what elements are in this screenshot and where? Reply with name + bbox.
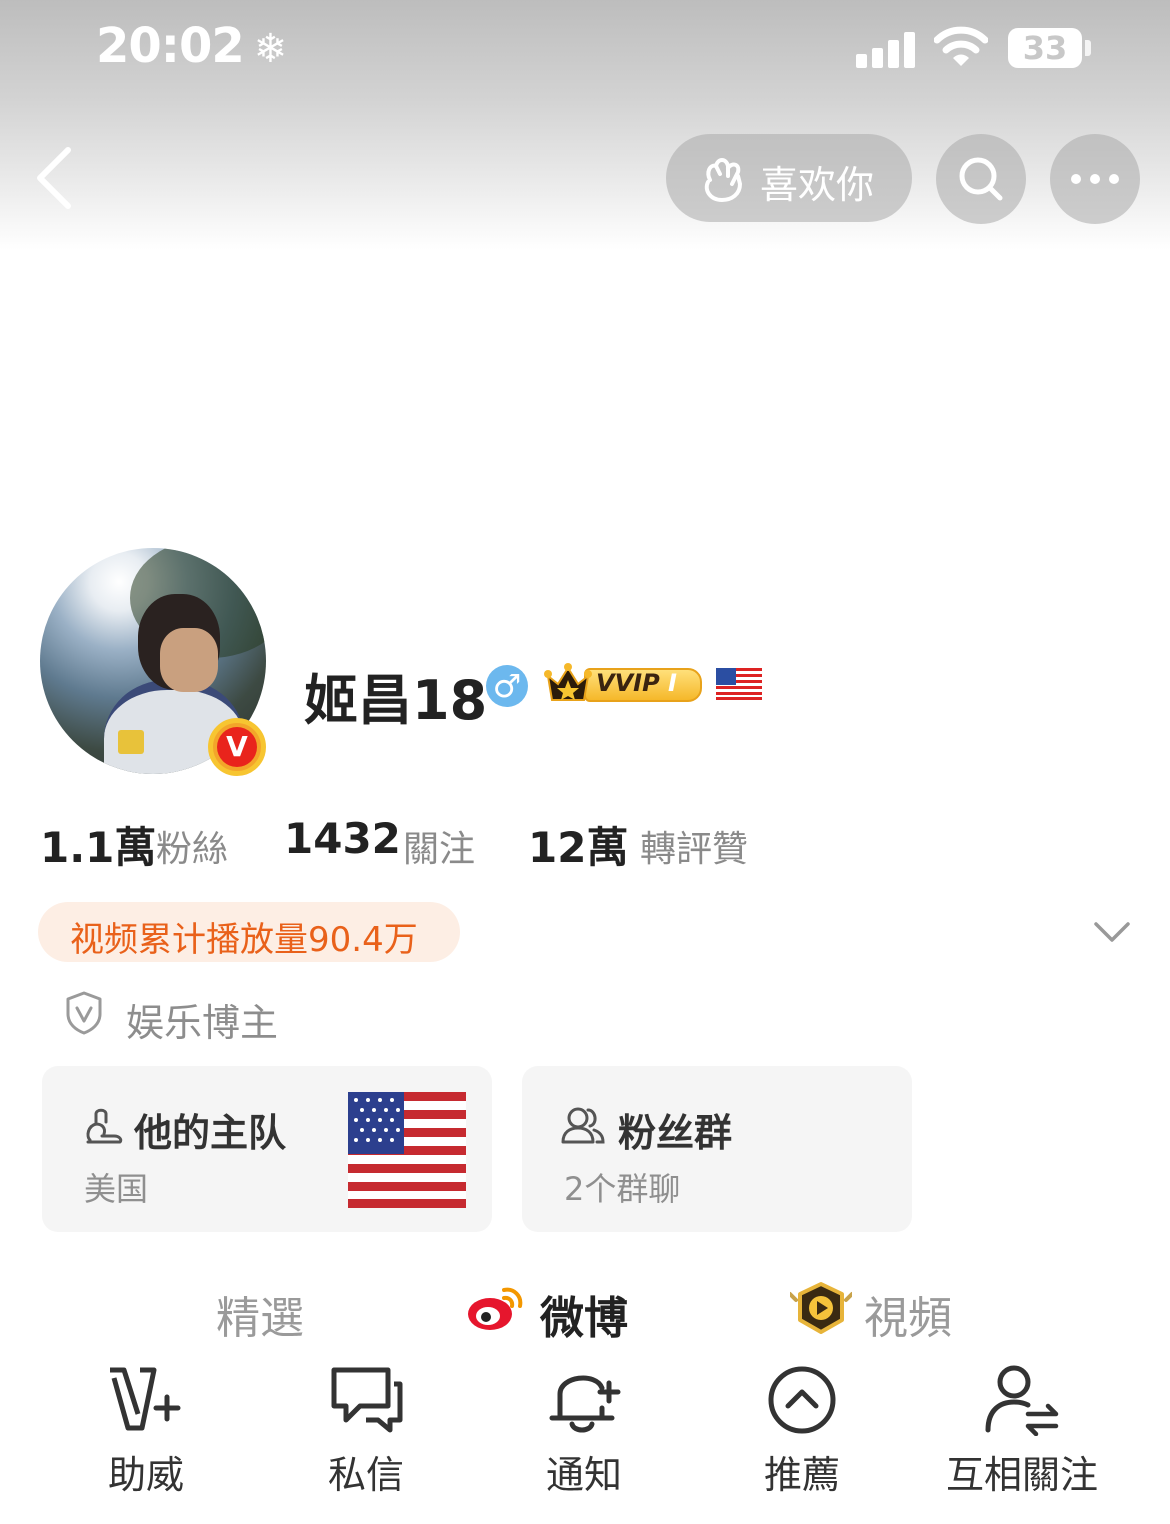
male-gender-icon: ♂ (486, 665, 528, 707)
tab-weibo[interactable]: 微博 (540, 1282, 628, 1346)
message-button[interactable]: 私信 (256, 1360, 476, 1500)
snowflake-icon: ❄ (253, 26, 288, 72)
video-plays-badge[interactable]: 视频累计播放量90.4万 (38, 902, 460, 962)
battery-level: 33 (1022, 29, 1068, 67)
like-hand-icon (704, 158, 742, 202)
crown-icon (544, 663, 592, 701)
weibo-logo-icon (468, 1287, 523, 1330)
home-team-title: 他的主队 (134, 1111, 287, 1155)
us-flag-icon (716, 668, 762, 700)
following-label[interactable]: 關注 (403, 820, 475, 872)
like-you-label: 喜欢你 (760, 163, 875, 207)
recommend-label: 推薦 (763, 1453, 840, 1497)
cellular-signal-icon (856, 32, 916, 68)
message-label: 私信 (327, 1453, 404, 1497)
fans-label[interactable]: 粉絲 (156, 820, 228, 872)
notify-label: 通知 (545, 1453, 622, 1497)
cheer-v-plus-icon (110, 1367, 181, 1431)
wifi-icon (934, 26, 988, 66)
video-plays-text: 视频累计播放量90.4万 (70, 920, 418, 960)
recommend-up-icon (768, 1366, 836, 1434)
interactions-count: 12萬 (528, 823, 629, 872)
more-button[interactable] (1050, 134, 1140, 224)
back-icon[interactable] (28, 140, 88, 220)
like-you-button[interactable]: 喜欢你 (666, 134, 912, 222)
vvip-level: I (668, 669, 677, 697)
vvip-badge[interactable]: VVIP I (544, 662, 704, 706)
tab-video[interactable]: 視頻 (864, 1282, 952, 1346)
home-team-country: 美国 (84, 1170, 149, 1208)
fan-group-card[interactable]: 粉丝群 2个群聊 (522, 1066, 912, 1232)
interactions-label: 轉評贊 (640, 829, 749, 870)
bell-plus-icon (549, 1375, 621, 1433)
shield-v-icon (66, 991, 102, 1035)
video-play-icon (790, 1282, 852, 1334)
us-flag-image (348, 1092, 466, 1208)
following-count[interactable]: 1432 (284, 814, 401, 863)
recommend-button[interactable]: 推薦 (692, 1360, 912, 1500)
search-icon (959, 157, 1003, 201)
team-cap-icon (86, 1108, 123, 1144)
more-icon (1071, 174, 1119, 184)
chevron-down-icon[interactable] (1090, 912, 1134, 952)
battery-tip (1085, 40, 1091, 56)
user-name: 姬昌18 (304, 669, 488, 732)
battery-icon: 33 (1008, 28, 1082, 68)
cheer-label: 助威 (107, 1453, 184, 1497)
vvip-label: VVIP (596, 669, 660, 697)
notify-button[interactable]: 通知 (474, 1360, 694, 1500)
group-icon (561, 1107, 605, 1144)
fans-count[interactable]: 1.1萬 (40, 814, 156, 875)
verified-badge-label: V (217, 727, 257, 767)
message-icon (331, 1367, 403, 1433)
mutual-follow-label: 互相關注 (945, 1453, 1098, 1497)
fan-group-count: 2个群聊 (564, 1170, 681, 1208)
search-button[interactable] (936, 134, 1026, 224)
tab-featured[interactable]: 精選 (216, 1282, 304, 1346)
verified-badge-icon: V (208, 718, 266, 776)
status-time: 20:02 ❄ (96, 18, 288, 74)
blogger-type: 娱乐博主 (126, 1001, 279, 1045)
mutual-follow-button[interactable]: 互相關注 (912, 1360, 1132, 1500)
status-time-text: 20:02 (96, 18, 245, 74)
mutual-follow-icon (985, 1365, 1059, 1436)
cheer-button[interactable]: 助威 (36, 1360, 256, 1500)
fan-group-title: 粉丝群 (618, 1111, 733, 1155)
